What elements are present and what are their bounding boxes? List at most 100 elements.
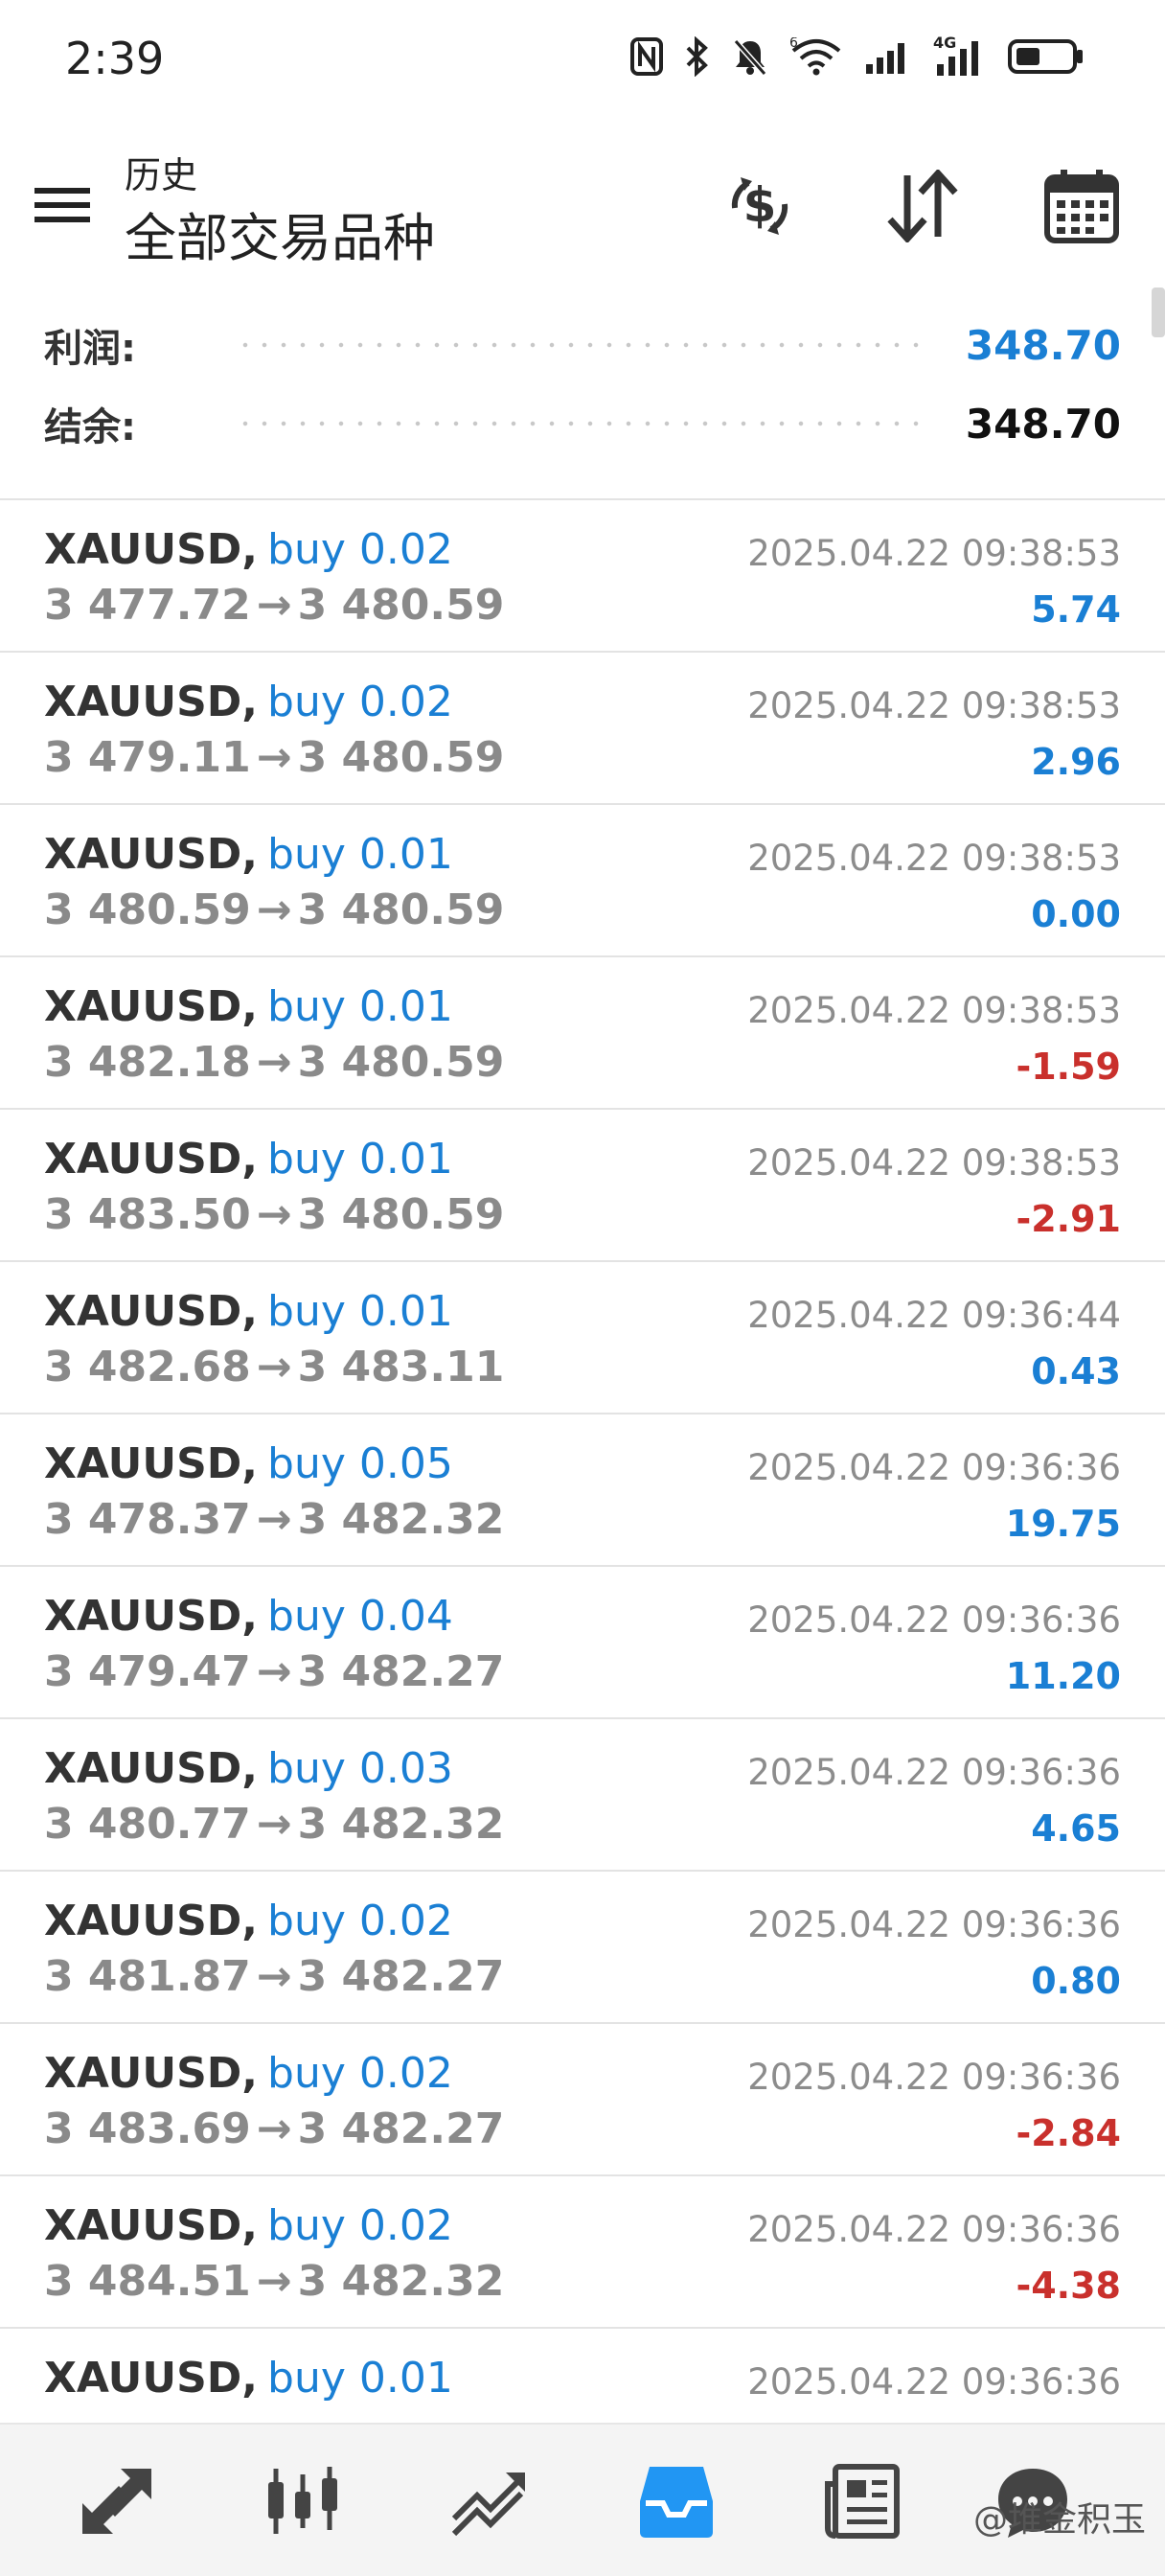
open-price: 3 481.87 xyxy=(44,1952,251,2001)
trade-row[interactable]: XAUUSD, buy 0.03 3 480.77 → 3 482.32 2025.04.… xyxy=(0,1719,1165,1872)
trade-profit: 0.80 xyxy=(1031,1960,1121,2002)
sort-button[interactable] xyxy=(879,163,966,249)
trade-row[interactable]: XAUUSD, buy 0.02 3 477.72 → 3 480.59 2025.04.… xyxy=(0,500,1165,653)
trade-title: XAUUSD, buy 0.04 xyxy=(44,1592,453,1641)
trade-row[interactable]: XAUUSD, buy 0.01 3 483.50 → 3 480.59 2025.04.… xyxy=(0,1110,1165,1262)
quotes-icon xyxy=(82,2469,151,2534)
trade-row[interactable]: XAUUSD, buy 0.01 3 480.59 → 3 480.59 2025.04.… xyxy=(0,805,1165,957)
close-price: 3 482.32 xyxy=(297,2257,505,2306)
trade-symbol: XAUUSD, xyxy=(44,830,259,879)
app-screen: 2:39 6 4G 历史 全部交易品种 $ 利润: 348.70 结余: 348… xyxy=(0,0,1165,2576)
wifi-badge: 6 xyxy=(789,37,798,51)
nav-trade[interactable] xyxy=(443,2455,535,2547)
trade-action: buy 0.02 xyxy=(267,678,453,726)
open-price: 3 480.59 xyxy=(44,886,251,934)
currency-exchange-button[interactable]: $ xyxy=(717,163,803,249)
trade-row[interactable]: XAUUSD, buy 0.05 3 478.37 → 3 482.32 2025.04.… xyxy=(0,1414,1165,1567)
trade-action: buy 0.02 xyxy=(267,525,453,574)
chart-icon xyxy=(268,2467,337,2534)
close-price: 3 482.27 xyxy=(297,2104,505,2153)
nav-chart[interactable] xyxy=(257,2455,349,2547)
trade-profit: -4.38 xyxy=(1016,2265,1121,2307)
trade-row[interactable]: XAUUSD, buy 0.02 3 484.51 → 3 482.32 2025.04.… xyxy=(0,2176,1165,2329)
trade-action: buy 0.02 xyxy=(267,2049,453,2098)
nfc-icon xyxy=(630,37,663,76)
page-title: 全部交易品种 xyxy=(125,208,435,268)
trade-time: 2025.04.22 09:38:53 xyxy=(747,990,1121,1031)
trade-profit: 2.96 xyxy=(1031,741,1121,783)
arrow-right-icon: → xyxy=(256,1952,292,2001)
nav-quotes[interactable] xyxy=(71,2455,163,2547)
close-price: 3 480.59 xyxy=(297,1190,505,1239)
trade-row[interactable]: XAUUSD, buy 0.02 3 483.69 → 3 482.27 2025.04.… xyxy=(0,2024,1165,2176)
arrow-right-icon: → xyxy=(256,886,292,934)
trade-symbol: XAUUSD, xyxy=(44,1287,259,1336)
trade-prices: 3 477.72 → 3 480.59 xyxy=(44,581,504,630)
open-price: 3 482.18 xyxy=(44,1038,251,1087)
trade-action: buy 0.01 xyxy=(267,2354,453,2403)
balance-label: 结余: xyxy=(44,405,136,449)
trade-action: buy 0.01 xyxy=(267,982,453,1031)
trade-action: buy 0.02 xyxy=(267,2201,453,2250)
trade-row[interactable]: XAUUSD, buy 0.01 3 482.68 → 3 483.11 2025.04.… xyxy=(0,1262,1165,1414)
profit-row: 利润: 348.70 xyxy=(44,316,1121,374)
currency-exchange-icon: $ xyxy=(731,177,788,235)
close-price: 3 480.59 xyxy=(297,581,505,630)
trade-prices: 3 480.59 → 3 480.59 xyxy=(44,886,504,934)
history-icon xyxy=(640,2467,713,2538)
trade-symbol: XAUUSD, xyxy=(44,2354,259,2403)
nav-history[interactable] xyxy=(630,2455,722,2547)
status-bar: 2:39 6 4G xyxy=(0,0,1165,115)
balance-row: 结余: 348.70 xyxy=(44,395,1121,452)
trade-profit: 4.65 xyxy=(1031,1807,1121,1850)
trade-action: buy 0.02 xyxy=(267,1897,453,1945)
trade-history-list: XAUUSD, buy 0.02 3 477.72 → 3 480.59 2025.04.… xyxy=(0,500,1165,2481)
trade-symbol: XAUUSD, xyxy=(44,2049,259,2098)
trade-symbol: XAUUSD, xyxy=(44,2201,259,2250)
trade-profit: -2.91 xyxy=(1016,1198,1121,1240)
open-price: 3 478.37 xyxy=(44,1495,251,1544)
trade-row[interactable]: XAUUSD, buy 0.02 3 479.11 → 3 480.59 2025.04.… xyxy=(0,653,1165,805)
trade-title: XAUUSD, buy 0.01 xyxy=(44,830,453,879)
trade-time: 2025.04.22 09:36:36 xyxy=(747,2209,1121,2250)
close-price: 3 482.32 xyxy=(297,1495,505,1544)
sort-icon xyxy=(887,170,958,242)
trade-time: 2025.04.22 09:36:36 xyxy=(747,2361,1121,2403)
trade-row[interactable]: XAUUSD, buy 0.01 3 482.18 → 3 480.59 2025.04.… xyxy=(0,957,1165,1110)
trade-prices: 3 484.51 → 3 482.32 xyxy=(44,2257,504,2306)
trade-prices: 3 483.69 → 3 482.27 xyxy=(44,2104,504,2153)
trade-title: XAUUSD, buy 0.02 xyxy=(44,525,453,574)
calendar-button[interactable] xyxy=(1039,163,1125,249)
close-price: 3 482.32 xyxy=(297,1800,505,1849)
menu-button[interactable] xyxy=(31,180,94,230)
trade-title: XAUUSD, buy 0.01 xyxy=(44,2354,453,2403)
trade-time: 2025.04.22 09:36:36 xyxy=(747,1599,1121,1641)
balance-value: 348.70 xyxy=(965,400,1121,448)
trade-action: buy 0.01 xyxy=(267,1287,453,1336)
trade-profit: -2.84 xyxy=(1016,2112,1121,2154)
app-header: 历史 全部交易品种 $ xyxy=(0,134,1165,278)
trade-time: 2025.04.22 09:38:53 xyxy=(747,533,1121,574)
arrow-right-icon: → xyxy=(256,1343,292,1392)
trade-symbol: XAUUSD, xyxy=(44,1592,259,1641)
arrow-right-icon: → xyxy=(256,581,292,630)
bottom-navigation: @堆金积玉 xyxy=(0,2423,1165,2576)
trade-symbol: XAUUSD, xyxy=(44,678,259,726)
arrow-right-icon: → xyxy=(256,2257,292,2306)
trade-time: 2025.04.22 09:38:53 xyxy=(747,1142,1121,1184)
close-price: 3 480.59 xyxy=(297,733,505,782)
trade-time: 2025.04.22 09:36:36 xyxy=(747,1447,1121,1488)
profit-label: 利润: xyxy=(44,327,136,371)
trade-row[interactable]: XAUUSD, buy 0.04 3 479.47 → 3 482.27 2025.04.… xyxy=(0,1567,1165,1719)
trade-prices: 3 481.87 → 3 482.27 xyxy=(44,1952,504,2001)
arrow-right-icon: → xyxy=(256,1190,292,1239)
trade-title: XAUUSD, buy 0.03 xyxy=(44,1744,453,1793)
bluetooth-icon xyxy=(684,36,711,77)
trade-row[interactable]: XAUUSD, buy 0.02 3 481.87 → 3 482.27 2025.04.… xyxy=(0,1872,1165,2024)
trade-symbol: XAUUSD, xyxy=(44,1744,259,1793)
close-price: 3 480.59 xyxy=(297,886,505,934)
trade-symbol: XAUUSD, xyxy=(44,982,259,1031)
nav-news[interactable] xyxy=(816,2455,908,2547)
trade-profit: 0.00 xyxy=(1031,893,1121,935)
trade-profit: 0.43 xyxy=(1031,1350,1121,1392)
